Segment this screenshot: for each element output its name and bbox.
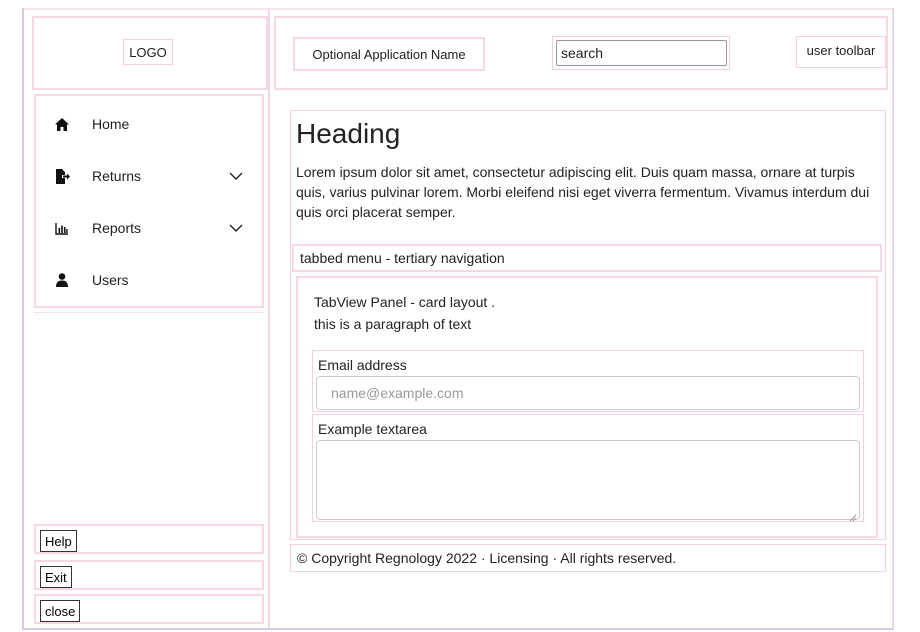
tabbed-menu[interactable]: tabbed menu - tertiary navigation xyxy=(292,244,882,272)
sidebar-divider xyxy=(268,8,270,628)
sidebar-item-home[interactable]: Home xyxy=(36,104,264,144)
sidebar-item-returns[interactable]: Returns xyxy=(36,156,264,196)
help-row: Help xyxy=(34,524,264,554)
close-row: close xyxy=(34,594,264,624)
page-footer: © Copyright Regnology 2022 · Licensing ·… xyxy=(290,544,886,572)
panel-text: this is a paragraph of text xyxy=(314,316,472,332)
close-button[interactable]: close xyxy=(40,600,81,622)
chevron-down-icon[interactable] xyxy=(228,220,244,236)
sidebar-item-users[interactable]: Users xyxy=(36,260,264,300)
file-export-icon xyxy=(54,168,70,184)
resize-handle-icon[interactable] xyxy=(849,509,857,522)
sidebar-spacer xyxy=(34,312,264,522)
sidebar-item-label: Home xyxy=(92,116,130,132)
page-heading: Heading xyxy=(296,118,401,149)
help-button[interactable]: Help xyxy=(40,530,77,552)
home-icon xyxy=(54,116,70,132)
intro-paragraph: Lorem ipsum dolor sit amet, consectetur … xyxy=(296,164,870,220)
user-toolbar[interactable]: user toolbar xyxy=(796,36,886,68)
sidebar-item-label: Users xyxy=(92,272,129,288)
logo[interactable]: LOGO xyxy=(123,39,173,65)
email-field[interactable]: name@example.com xyxy=(316,376,860,410)
example-textarea[interactable] xyxy=(316,440,860,522)
app-name: Optional Application Name xyxy=(293,37,485,71)
search-input[interactable]: search xyxy=(556,40,727,66)
exit-row: Exit xyxy=(34,560,264,590)
exit-button[interactable]: Exit xyxy=(40,566,72,588)
sidebar-item-reports[interactable]: Reports xyxy=(36,208,264,248)
user-icon xyxy=(54,272,70,288)
email-label: Email address xyxy=(318,357,407,373)
sidebar-item-label: Reports xyxy=(92,220,142,236)
textarea-label: Example textarea xyxy=(318,421,427,437)
panel-title: TabView Panel - card layout . xyxy=(314,294,496,310)
sidebar-nav: Home Returns Reports Users xyxy=(34,94,264,308)
bar-chart-icon xyxy=(54,220,70,236)
chevron-down-icon[interactable] xyxy=(228,168,244,184)
search-area: search xyxy=(552,36,730,70)
sidebar-item-label: Returns xyxy=(92,168,142,184)
